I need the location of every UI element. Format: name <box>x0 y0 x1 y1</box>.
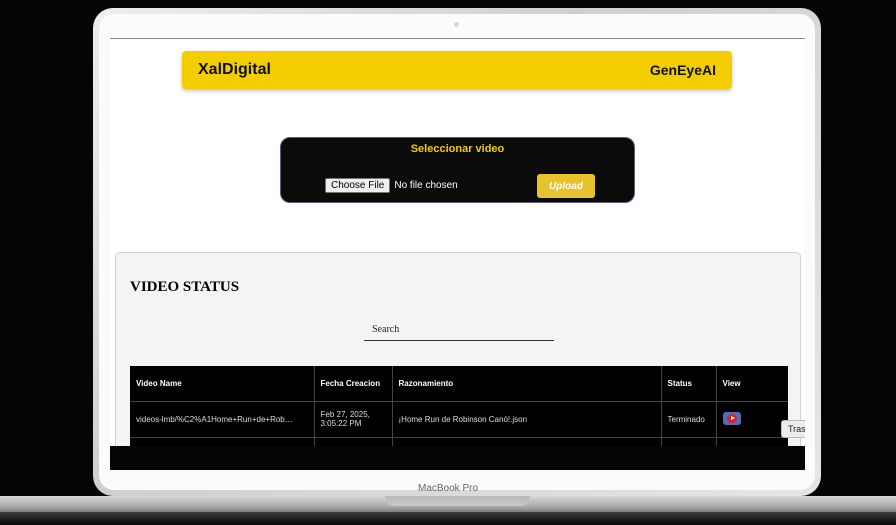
search-field <box>364 319 554 341</box>
file-status-text: No file chosen <box>394 180 458 191</box>
cell-fecha: Feb 27, 2025, 3:05:22 PM <box>313 400 392 437</box>
choose-file-button[interactable]: Choose File <box>325 178 391 193</box>
screen-bottom-bar <box>110 446 805 470</box>
floating-tras-button[interactable]: Tras <box>781 420 805 438</box>
product-name: GenEyeAI <box>649 62 716 78</box>
desktop-background: XalDigital GenEyeAI Seleccionar video Ch… <box>0 0 896 525</box>
cell-razonamiento: ¡Home Run de Robinson Canó!.json <box>391 400 661 437</box>
section-title: VIDEO STATUS <box>130 279 240 295</box>
play-video-icon[interactable] <box>722 411 741 425</box>
video-status-card: VIDEO STATUS Video Name Fecha Creacion R… <box>115 252 801 470</box>
upload-title: Seleccionar video <box>410 143 505 155</box>
column-header-razonamiento[interactable]: Razonamiento <box>391 366 661 401</box>
column-header-status[interactable]: Status <box>660 366 716 401</box>
upload-button[interactable]: Upload <box>537 174 595 198</box>
brand-logo[interactable]: XalDigital <box>198 61 271 79</box>
cell-video-name: videos-lmb/%C2%A1Home+Run+de+Rob… <box>130 400 314 437</box>
app-header: XalDigital GenEyeAI <box>182 51 732 89</box>
table-header-row: Video Name Fecha Creacion Razonamiento S… <box>130 366 788 401</box>
cell-view <box>715 400 788 437</box>
device-model-label: MacBook Pro <box>417 483 479 494</box>
file-picker: Choose File No file chosen <box>325 178 458 193</box>
column-header-view[interactable]: View <box>715 366 788 401</box>
cell-status: Terminado <box>660 400 716 437</box>
top-divider <box>110 38 805 39</box>
video-name-text: videos-lmb/%C2%A1Home+Run+de+Rob… <box>136 414 293 424</box>
search-input[interactable] <box>364 319 554 340</box>
browser-viewport: XalDigital GenEyeAI Seleccionar video Ch… <box>110 38 805 470</box>
table-row: videos-lmb/%C2%A1Home+Run+de+Rob… Feb 27… <box>130 400 788 437</box>
laptop-base-edge <box>0 512 896 525</box>
column-header-video-name[interactable]: Video Name <box>130 366 314 401</box>
column-header-fecha[interactable]: Fecha Creacion <box>313 366 392 401</box>
camera-icon <box>454 22 459 27</box>
laptop-notch <box>385 496 530 506</box>
upload-panel: Seleccionar video Choose File No file ch… <box>280 137 635 203</box>
